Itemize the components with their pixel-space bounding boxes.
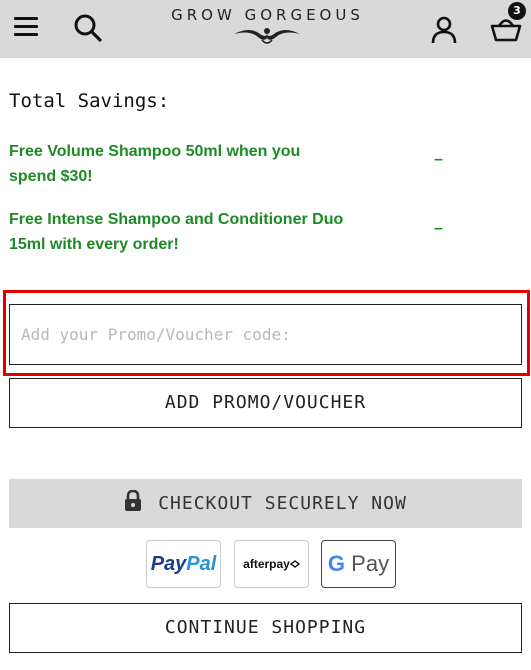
offer-value: –	[434, 220, 443, 237]
afterpay-logo: afterpay	[235, 541, 308, 587]
paypal-logo: PayPal	[150, 553, 217, 575]
offer-value: –	[434, 151, 443, 168]
menu-icon[interactable]	[14, 17, 38, 37]
site-header: GROW GORGEOUS 3	[0, 0, 531, 58]
paypal-button[interactable]: PayPal	[146, 540, 221, 588]
google-g-icon: G	[327, 551, 346, 576]
lock-icon	[125, 490, 142, 511]
offer-text: Free Intense Shampoo and Conditioner Duo…	[9, 211, 344, 253]
account-icon[interactable]	[428, 14, 460, 46]
basket-count-badge: 3	[508, 2, 526, 20]
afterpay-arrows-icon	[289, 560, 301, 568]
offer-text: Free Volume Shampoo 50ml when you spend …	[9, 143, 301, 185]
brand-name: GROW GORGEOUS	[171, 6, 364, 24]
brand-logo[interactable]: GROW GORGEOUS	[150, 6, 385, 46]
promo-code-input[interactable]	[9, 304, 522, 365]
continue-shopping-button[interactable]: CONTINUE SHOPPING	[9, 603, 522, 653]
total-savings-heading: Total Savings:	[9, 90, 170, 112]
checkout-label: CHECKOUT SECURELY NOW	[158, 493, 407, 514]
checkout-button[interactable]: CHECKOUT SECURELY NOW	[9, 479, 522, 528]
google-pay-button[interactable]: G Pay	[321, 540, 396, 588]
afterpay-button[interactable]: afterpay	[234, 540, 309, 588]
search-icon[interactable]	[72, 12, 104, 44]
google-pay-logo: G Pay	[327, 551, 390, 576]
brand-ornament-icon	[234, 28, 300, 44]
add-promo-button[interactable]: ADD PROMO/VOUCHER	[9, 378, 522, 428]
